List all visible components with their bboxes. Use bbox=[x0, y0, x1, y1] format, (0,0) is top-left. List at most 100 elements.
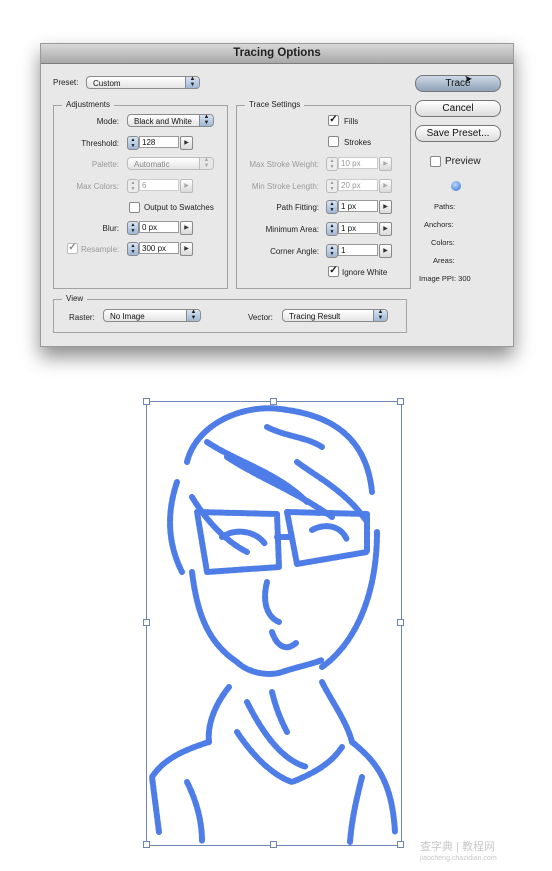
max-stroke-weight-stepper[interactable]: ▲ ▼ 10 px ▶ bbox=[326, 157, 392, 171]
min-stroke-length-input[interactable]: 20 px bbox=[338, 179, 378, 191]
preset-label: Preset: bbox=[53, 78, 79, 87]
selection-handle-bottom-left[interactable] bbox=[143, 841, 150, 848]
max-colors-stepper[interactable]: ▲ ▼ 6 ▶ bbox=[127, 179, 193, 193]
palette-select[interactable]: Automatic ▲ ▼ bbox=[127, 157, 214, 170]
traced-sketch bbox=[149, 405, 398, 845]
dialog-title: Tracing Options bbox=[41, 44, 513, 64]
resample-checkbox[interactable]: ✓ bbox=[67, 243, 78, 254]
stepper-arrows-icon[interactable]: ▲ ▼ bbox=[127, 242, 139, 256]
minimum-area-label: Minimum Area: bbox=[265, 225, 319, 234]
stepper-arrows-icon[interactable]: ▲ ▼ bbox=[326, 244, 338, 258]
strokes-checkbox[interactable] bbox=[328, 136, 339, 147]
selection-handle-top[interactable] bbox=[270, 398, 277, 405]
chevron-updown-icon: ▲ ▼ bbox=[373, 309, 387, 321]
resample-input[interactable]: 300 px bbox=[139, 242, 179, 254]
traced-artwork-selection[interactable] bbox=[143, 398, 404, 848]
paths-label: Paths: bbox=[434, 202, 456, 211]
mode-label: Mode: bbox=[96, 117, 119, 126]
min-stroke-length-label: Min Stroke Length: bbox=[251, 182, 319, 191]
selection-handle-bottom-right[interactable] bbox=[397, 841, 404, 848]
raster-select[interactable]: No Image ▲ ▼ bbox=[103, 309, 201, 322]
threshold-stepper[interactable]: ▲ ▼ 128 ▶ bbox=[127, 136, 193, 150]
adjustments-legend: Adjustments bbox=[62, 100, 115, 109]
cancel-button[interactable]: Cancel bbox=[415, 100, 501, 117]
corner-angle-input[interactable]: 1 bbox=[338, 244, 378, 256]
colors-label: Colors: bbox=[431, 238, 455, 247]
max-stroke-weight-label: Max Stroke Weight: bbox=[249, 160, 319, 169]
trace-settings-group: Trace Settings bbox=[236, 100, 411, 289]
max-stroke-weight-input[interactable]: 10 px bbox=[338, 157, 378, 169]
selection-handle-right[interactable] bbox=[397, 619, 404, 626]
triangle-right-icon[interactable]: ▶ bbox=[379, 179, 392, 193]
trace-settings-legend: Trace Settings bbox=[245, 100, 305, 109]
min-stroke-length-stepper[interactable]: ▲ ▼ 20 px ▶ bbox=[326, 179, 392, 193]
triangle-right-icon[interactable]: ▶ bbox=[180, 179, 193, 193]
save-preset-button[interactable]: Save Preset... bbox=[415, 125, 501, 142]
stepper-arrows-icon[interactable]: ▲ ▼ bbox=[326, 222, 338, 236]
mode-select[interactable]: Black and White ▲ ▼ bbox=[127, 114, 214, 127]
selection-handle-top-right[interactable] bbox=[397, 398, 404, 405]
stepper-arrows-icon[interactable]: ▲ ▼ bbox=[127, 136, 139, 150]
triangle-right-icon[interactable]: ▶ bbox=[379, 157, 392, 171]
triangle-right-icon[interactable]: ▶ bbox=[180, 242, 193, 256]
preset-value: Custom bbox=[93, 79, 121, 88]
blur-stepper[interactable]: ▲ ▼ 0 px ▶ bbox=[127, 221, 193, 235]
ignore-white-checkbox[interactable]: ✓ bbox=[328, 266, 339, 277]
path-fitting-label: Path Fitting: bbox=[276, 203, 319, 212]
strokes-label: Strokes bbox=[344, 138, 372, 147]
selection-handle-bottom[interactable] bbox=[270, 841, 277, 848]
triangle-right-icon[interactable]: ▶ bbox=[379, 244, 392, 258]
resample-stepper[interactable]: ▲ ▼ 300 px ▶ bbox=[127, 242, 193, 256]
path-fitting-input[interactable]: 1 px bbox=[338, 200, 378, 212]
vector-value: Tracing Result bbox=[289, 312, 341, 321]
watermark-text: 查字典 | 教程网 bbox=[420, 841, 495, 853]
max-colors-input[interactable]: 6 bbox=[139, 179, 179, 191]
fills-checkbox[interactable]: ✓ bbox=[328, 115, 339, 126]
output-to-swatches-label: Output to Swatches bbox=[144, 203, 214, 212]
view-legend: View bbox=[62, 294, 88, 303]
triangle-right-icon[interactable]: ▶ bbox=[180, 136, 193, 150]
selection-handle-left[interactable] bbox=[143, 619, 150, 626]
threshold-input[interactable]: 128 bbox=[139, 136, 179, 148]
anchors-label: Anchors: bbox=[424, 220, 454, 229]
ignore-white-label: Ignore White bbox=[342, 268, 388, 277]
stepper-arrows-icon[interactable]: ▲ ▼ bbox=[127, 221, 139, 235]
image-ppi-label: Image PPI: 300 bbox=[419, 274, 471, 283]
path-fitting-stepper[interactable]: ▲ ▼ 1 px ▶ bbox=[326, 200, 392, 214]
stepper-arrows-icon[interactable]: ▲ ▼ bbox=[127, 179, 139, 193]
tracing-options-dialog: Tracing Options Preset: Custom ▲ ▼ Adjust… bbox=[40, 43, 514, 347]
raster-value: No Image bbox=[110, 312, 145, 321]
triangle-right-icon[interactable]: ▶ bbox=[379, 200, 392, 214]
selection-handle-top-left[interactable] bbox=[143, 398, 150, 405]
stepper-arrows-icon[interactable]: ▲ ▼ bbox=[326, 179, 338, 193]
stepper-arrows-icon[interactable]: ▲ ▼ bbox=[326, 157, 338, 171]
max-colors-label: Max Colors: bbox=[76, 182, 119, 191]
raster-label: Raster: bbox=[69, 313, 95, 322]
vector-select[interactable]: Tracing Result ▲ ▼ bbox=[282, 309, 388, 322]
minimum-area-stepper[interactable]: ▲ ▼ 1 px ▶ bbox=[326, 222, 392, 236]
blur-label: Blur: bbox=[102, 224, 119, 233]
preview-label: Preview bbox=[445, 156, 481, 167]
mouse-pointer-icon: ➤ bbox=[464, 74, 473, 85]
trace-button[interactable]: Trace bbox=[415, 75, 501, 92]
corner-angle-stepper[interactable]: ▲ ▼ 1 ▶ bbox=[326, 244, 392, 258]
triangle-right-icon[interactable]: ▶ bbox=[180, 221, 193, 235]
preset-select[interactable]: Custom ▲ ▼ bbox=[86, 76, 200, 89]
output-to-swatches-checkbox[interactable] bbox=[129, 202, 140, 213]
chevron-updown-icon: ▲ ▼ bbox=[186, 309, 200, 321]
watermark-url: jiaocheng.chazidian.com bbox=[420, 855, 497, 862]
minimum-area-input[interactable]: 1 px bbox=[338, 222, 378, 234]
preview-checkbox[interactable] bbox=[430, 156, 441, 167]
chevron-updown-icon: ▲ ▼ bbox=[199, 114, 213, 126]
adjustments-group: Adjustments bbox=[53, 100, 228, 289]
areas-label: Areas: bbox=[433, 256, 455, 265]
fills-label: Fills bbox=[344, 117, 359, 126]
stepper-arrows-icon[interactable]: ▲ ▼ bbox=[326, 200, 338, 214]
threshold-label: Threshold: bbox=[81, 139, 119, 148]
palette-label: Palette: bbox=[91, 160, 119, 169]
chevron-updown-icon: ▲ ▼ bbox=[185, 76, 199, 88]
triangle-right-icon[interactable]: ▶ bbox=[379, 222, 392, 236]
blur-input[interactable]: 0 px bbox=[139, 221, 179, 233]
chevron-updown-icon: ▲ ▼ bbox=[199, 157, 213, 169]
info-icon bbox=[451, 181, 461, 191]
